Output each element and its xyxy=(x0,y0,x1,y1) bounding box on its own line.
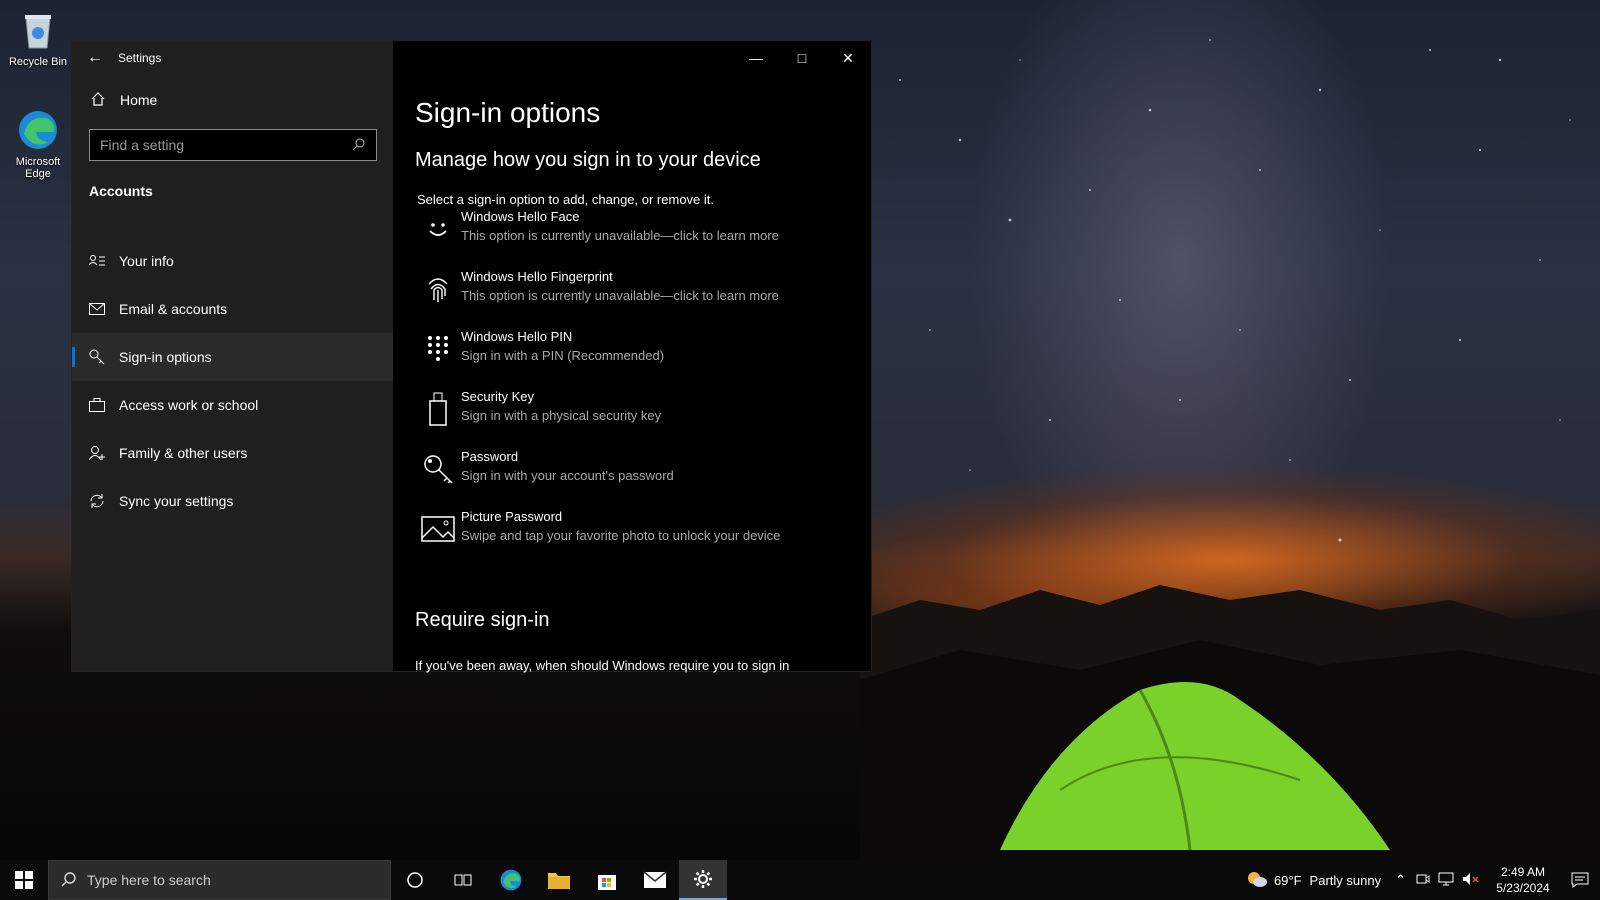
window-controls: — □ ✕ xyxy=(733,41,871,75)
sidebar-item-label: Sync your settings xyxy=(119,493,234,509)
picture-icon xyxy=(415,507,461,551)
sidebar-item-sync-settings[interactable]: Sync your settings xyxy=(72,477,393,525)
settings-window: ← Settings Home Find a setting Accounts … xyxy=(71,40,872,674)
edge-icon xyxy=(16,108,60,152)
sign-in-option-fingerprint[interactable]: Windows Hello Fingerprint This option is… xyxy=(415,267,871,327)
search-icon xyxy=(61,871,77,890)
system-tray: 69°F Partly sunny ⌃ 2:49 AM 5/23/2024 xyxy=(1246,860,1600,900)
search-icon xyxy=(352,137,366,154)
clock-time: 2:49 AM xyxy=(1500,865,1546,879)
task-view-icon[interactable] xyxy=(439,860,487,900)
option-title: Windows Hello Fingerprint xyxy=(461,269,613,284)
option-title: Windows Hello PIN xyxy=(461,329,573,344)
taskbar: Type here to search 69°F Partly sunny ⌃ … xyxy=(0,860,1600,900)
search-placeholder: Find a setting xyxy=(100,137,185,153)
option-title: Picture Password xyxy=(461,509,563,524)
sign-in-option-picture-password[interactable]: Picture Password Swipe and tap your favo… xyxy=(415,507,871,567)
sign-in-option-password[interactable]: Password Sign in with your account's pas… xyxy=(415,447,871,507)
sign-in-option-security-key[interactable]: Security Key Sign in with a physical sec… xyxy=(415,387,871,447)
option-description: This option is currently unavailable—cli… xyxy=(461,228,779,243)
maximize-icon[interactable]: □ xyxy=(779,41,825,75)
sidebar-item-your-info[interactable]: Your info xyxy=(72,237,393,285)
option-title: Password xyxy=(461,449,519,464)
recycle-bin-icon xyxy=(16,8,60,52)
show-hidden-icons-chevron-icon[interactable]: ⌃ xyxy=(1395,872,1406,888)
page-intro: Select a sign-in option to add, change, … xyxy=(417,192,715,207)
file-explorer-icon[interactable] xyxy=(535,860,583,900)
option-description: Sign in with a physical security key xyxy=(461,408,662,423)
nav-home[interactable]: Home xyxy=(72,77,393,123)
sidebar-item-label: Your info xyxy=(119,253,174,269)
settings-taskbar-icon[interactable] xyxy=(679,860,727,900)
sidebar-item-access-work-school[interactable]: Access work or school xyxy=(72,381,393,429)
briefcase-icon xyxy=(89,398,119,412)
face-icon xyxy=(415,207,461,251)
require-sign-in-heading: Require sign-in xyxy=(415,609,550,631)
usb-key-icon xyxy=(415,387,461,431)
edge-taskbar-icon[interactable] xyxy=(487,860,535,900)
person-add-icon xyxy=(89,445,119,461)
weather-temp[interactable]: 69°F xyxy=(1274,873,1302,888)
windows-logo-icon xyxy=(15,871,33,889)
sidebar-section-accounts: Accounts xyxy=(89,183,153,199)
page-title: Sign-in options xyxy=(415,97,601,128)
person-card-icon xyxy=(89,254,119,268)
pin-keypad-icon xyxy=(415,327,461,371)
desktop-icon-label: Microsoft Edge xyxy=(15,156,61,180)
sidebar-item-email-accounts[interactable]: Email & accounts xyxy=(72,285,393,333)
require-sign-in-text: If you've been away, when should Windows… xyxy=(415,658,790,673)
sign-in-option-pin[interactable]: Windows Hello PIN Sign in with a PIN (Re… xyxy=(415,327,871,387)
taskbar-search-placeholder: Type here to search xyxy=(87,872,211,888)
key-icon xyxy=(89,349,119,365)
desktop-icon-label: Recycle Bin xyxy=(8,56,68,68)
sidebar-item-label: Family & other users xyxy=(119,445,248,461)
start-button[interactable] xyxy=(0,860,48,900)
option-description: Swipe and tap your favorite photo to unl… xyxy=(461,528,781,543)
option-title: Windows Hello Face xyxy=(461,209,580,224)
option-description: Sign in with your account's password xyxy=(461,468,674,483)
sync-icon xyxy=(89,493,119,509)
nav-home-label: Home xyxy=(120,92,158,108)
option-description: Sign in with a PIN (Recommended) xyxy=(461,348,665,363)
window-titlebar[interactable]: ← Settings xyxy=(72,41,393,75)
clock-date: 5/23/2024 xyxy=(1496,881,1550,895)
meet-now-icon[interactable] xyxy=(1416,872,1430,889)
desktop-icon-edge[interactable]: Microsoft Edge xyxy=(3,108,73,180)
close-icon[interactable]: ✕ xyxy=(825,41,871,75)
page-subtitle: Manage how you sign in to your device xyxy=(415,149,761,171)
home-icon xyxy=(90,91,120,110)
microsoft-store-icon[interactable] xyxy=(583,860,631,900)
back-arrow-icon[interactable]: ← xyxy=(72,49,118,67)
desktop-icon-recycle-bin[interactable]: Recycle Bin xyxy=(3,8,73,68)
fingerprint-icon xyxy=(415,267,461,311)
window-title: Settings xyxy=(118,51,162,65)
sidebar-item-label: Sign-in options xyxy=(119,349,212,365)
option-description: This option is currently unavailable—cli… xyxy=(461,288,779,303)
network-icon[interactable] xyxy=(1438,872,1454,889)
cortana-icon[interactable] xyxy=(391,860,439,900)
key-icon xyxy=(415,447,461,491)
taskbar-search-input[interactable]: Type here to search xyxy=(48,860,391,900)
settings-search-input[interactable]: Find a setting xyxy=(89,129,377,161)
sidebar-item-family-users[interactable]: Family & other users xyxy=(72,429,393,477)
mail-taskbar-icon[interactable] xyxy=(631,860,679,900)
weather-condition[interactable]: Partly sunny xyxy=(1310,873,1382,888)
settings-content: — □ ✕ Sign-in options Manage how you sig… xyxy=(393,41,871,674)
sidebar-item-label: Email & accounts xyxy=(119,301,228,317)
mail-icon xyxy=(89,303,119,315)
settings-sidebar: ← Settings Home Find a setting Accounts … xyxy=(72,41,393,671)
taskbar-clock[interactable]: 2:49 AM 5/23/2024 xyxy=(1492,864,1554,896)
minimize-icon[interactable]: — xyxy=(733,41,779,75)
notification-center-icon[interactable] xyxy=(1560,872,1600,888)
option-title: Security Key xyxy=(461,389,534,404)
sidebar-item-label: Access work or school xyxy=(119,397,259,413)
weather-icon[interactable] xyxy=(1246,870,1268,891)
sign-in-option-face[interactable]: Windows Hello Face This option is curren… xyxy=(415,207,871,267)
sidebar-item-sign-in-options[interactable]: Sign-in options xyxy=(72,333,393,381)
volume-muted-icon[interactable] xyxy=(1462,872,1480,889)
